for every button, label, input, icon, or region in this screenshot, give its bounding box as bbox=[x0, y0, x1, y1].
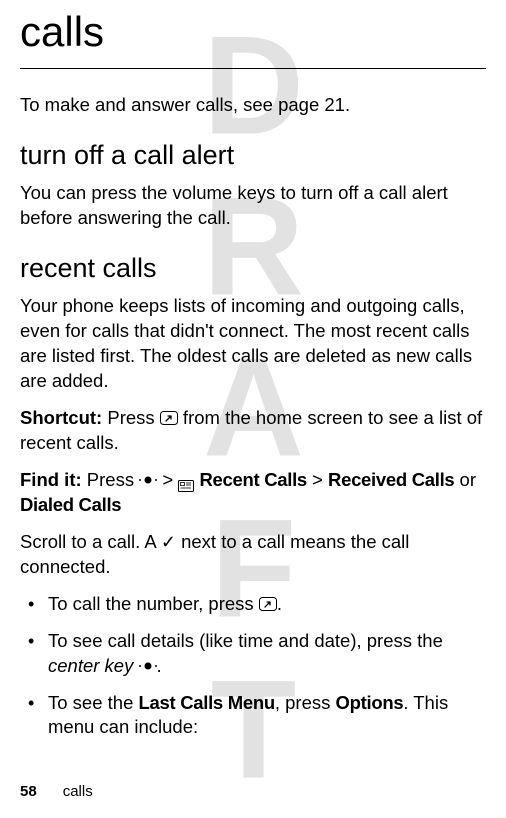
findit-recent: Recent Calls bbox=[199, 469, 306, 490]
page-content: calls To make and answer calls, see page… bbox=[20, 0, 486, 740]
findit-paragraph: Find it: Press > Recent Calls > Received… bbox=[20, 468, 486, 518]
footer-section: calls bbox=[63, 783, 93, 800]
shortcut-label: Shortcut: bbox=[20, 407, 102, 428]
findit-or: or bbox=[454, 469, 476, 490]
section-heading-alert: turn off a call alert bbox=[20, 140, 486, 171]
b2-italic: center key bbox=[48, 655, 133, 676]
b3-options: Options bbox=[336, 692, 404, 713]
b3-menu: Last Calls Menu bbox=[139, 692, 275, 713]
checkmark-icon: ✓ bbox=[161, 530, 176, 554]
section-body-alert: You can press the volume keys to turn of… bbox=[20, 181, 486, 231]
title-rule bbox=[20, 68, 486, 69]
findit-label: Find it: bbox=[20, 469, 82, 490]
list-item: To see the Last Calls Menu, press Option… bbox=[48, 691, 486, 741]
findit-gt2: > bbox=[307, 469, 328, 490]
scroll-pre: Scroll to a call. A bbox=[20, 531, 161, 552]
shortcut-pre: Press bbox=[102, 407, 160, 428]
page-number: 58 bbox=[20, 783, 37, 800]
send-key-icon bbox=[259, 597, 277, 611]
bullet-list: To call the number, press . To see call … bbox=[20, 592, 486, 741]
intro-paragraph: To make and answer calls, see page 21. bbox=[20, 93, 486, 118]
findit-received: Received Calls bbox=[328, 469, 454, 490]
list-item: To call the number, press . bbox=[48, 592, 486, 617]
page-title: calls bbox=[20, 0, 486, 64]
b2-pre: To see call details (like time and date)… bbox=[48, 630, 443, 651]
center-key-icon bbox=[139, 659, 157, 673]
b1-post: . bbox=[277, 593, 282, 614]
shortcut-paragraph: Shortcut: Press from the home screen to … bbox=[20, 406, 486, 456]
send-key-icon bbox=[160, 411, 178, 425]
list-item: To see call details (like time and date)… bbox=[48, 629, 486, 679]
findit-gt1: > bbox=[157, 469, 178, 490]
section-heading-recent: recent calls bbox=[20, 253, 486, 284]
center-key-icon bbox=[139, 473, 157, 487]
b2-post: . bbox=[157, 655, 162, 676]
findit-pre: Press bbox=[82, 469, 140, 490]
b3-mid: , press bbox=[275, 692, 336, 713]
page-footer: 58 calls bbox=[20, 783, 93, 800]
scroll-paragraph: Scroll to a call. A ✓ next to a call mea… bbox=[20, 530, 486, 580]
b1-pre: To call the number, press bbox=[48, 593, 259, 614]
recent-calls-icon bbox=[178, 474, 194, 487]
findit-dialed: Dialed Calls bbox=[20, 494, 121, 515]
recent-body-1: Your phone keeps lists of incoming and o… bbox=[20, 294, 486, 394]
b3-pre: To see the bbox=[48, 692, 139, 713]
